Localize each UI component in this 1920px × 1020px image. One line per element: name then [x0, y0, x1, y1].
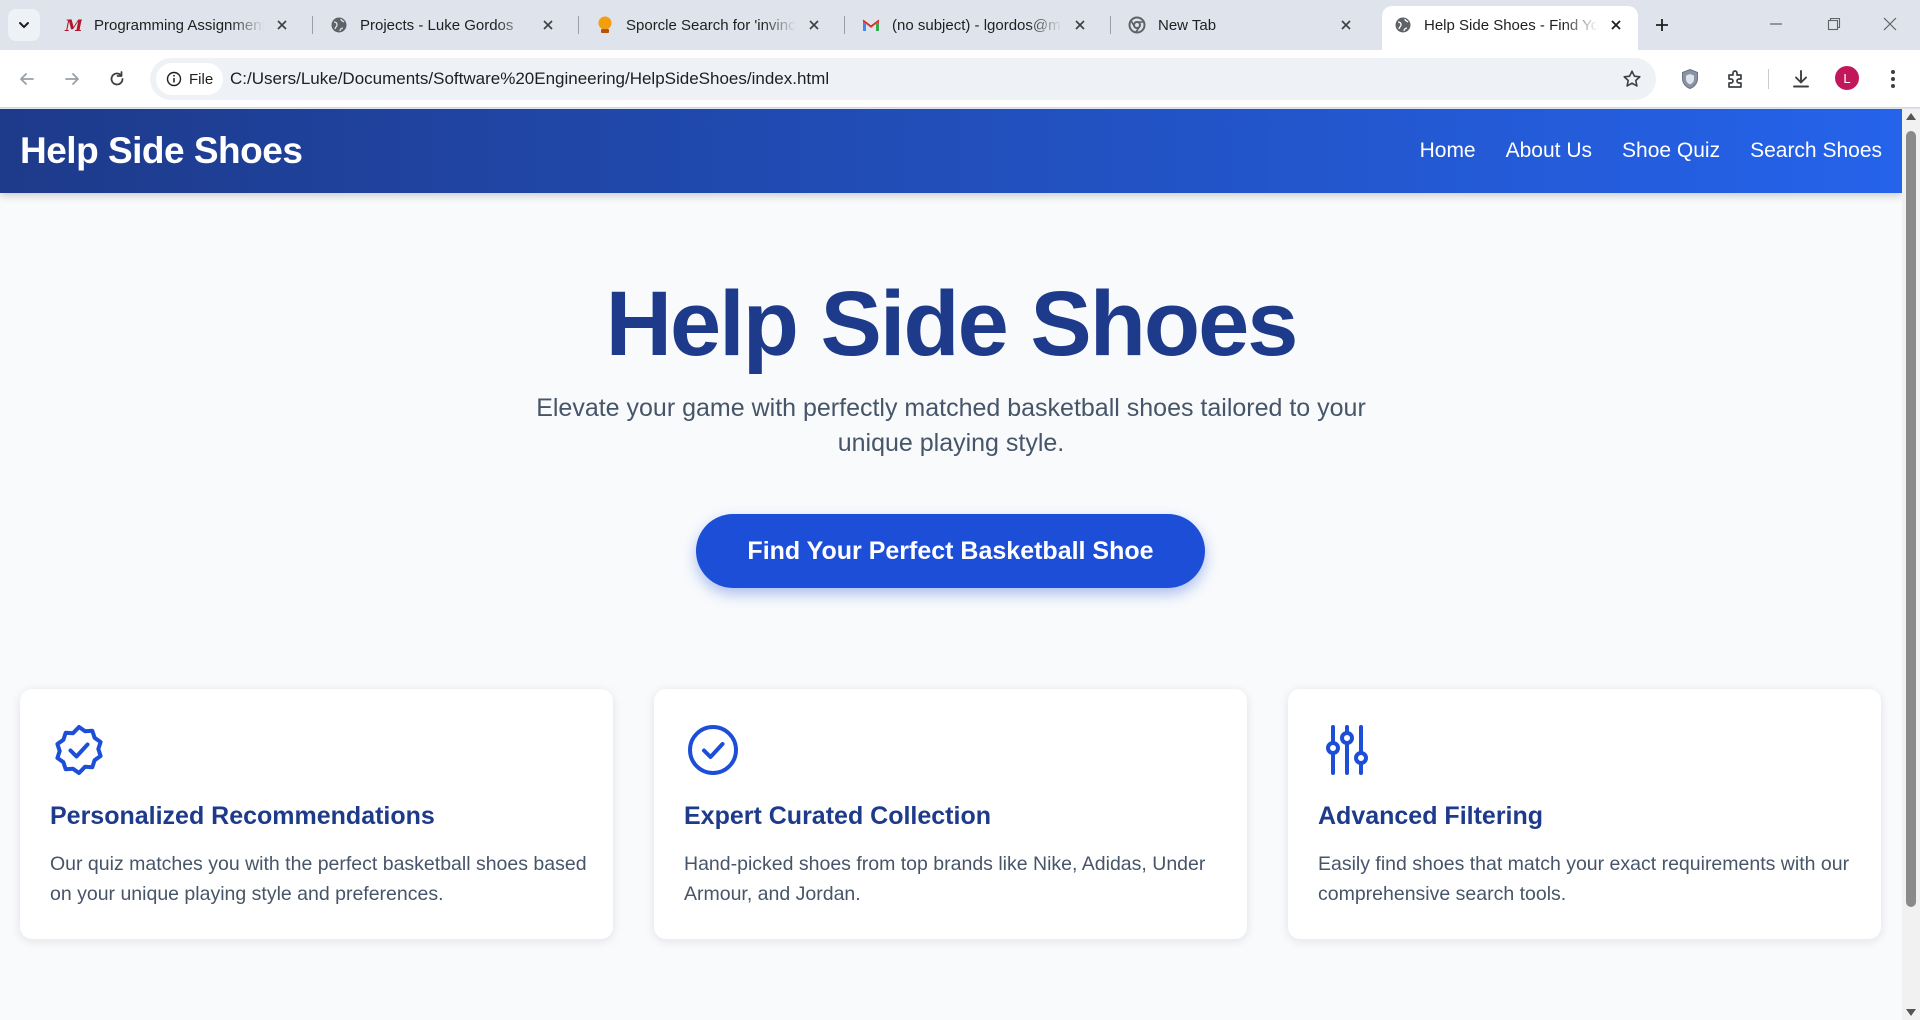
svg-text:M: M — [64, 16, 82, 34]
page-scrollbar[interactable] — [1902, 109, 1920, 1020]
close-icon[interactable] — [804, 15, 824, 35]
tab-divider — [844, 16, 845, 34]
tab-sporcle[interactable]: Sporcle Search for 'invincible' — [584, 6, 836, 44]
restore-button[interactable] — [1806, 0, 1862, 48]
tab-strip: M Programming Assignment Projects - Luke… — [0, 0, 1920, 50]
find-shoe-button[interactable]: Find Your Perfect Basketball Shoe — [696, 514, 1205, 588]
site-header: Help Side Shoes Home About Us Shoe Quiz … — [0, 109, 1902, 193]
address-bar[interactable]: File C:/Users/Luke/Documents/Software%20… — [150, 58, 1656, 100]
hero-subtitle: Elevate your game with perfectly matched… — [536, 394, 1366, 457]
gmail-icon — [862, 16, 880, 34]
hero-title: Help Side Shoes — [605, 273, 1299, 375]
feature-text: Hand-picked shoes from top brands like N… — [684, 853, 1206, 905]
tab-title: Sporcle Search for 'invincible' — [626, 16, 796, 34]
globe-icon — [330, 16, 348, 34]
tab-help-side-shoes[interactable]: Help Side Shoes - Find Your — [1382, 6, 1638, 50]
close-icon[interactable] — [1070, 15, 1090, 35]
nav-link-search-shoes[interactable]: Search Shoes — [1750, 139, 1882, 163]
forward-button[interactable] — [56, 63, 88, 95]
feature-text: Easily find shoes that match your exact … — [1318, 853, 1850, 905]
scroll-up-arrow-icon[interactable] — [1906, 113, 1916, 120]
restore-icon — [1827, 17, 1841, 31]
site-nav: Home About Us Shoe Quiz Search Shoes — [1420, 109, 1882, 193]
tab-divider — [1110, 16, 1111, 34]
menu-kebab-icon[interactable] — [1879, 65, 1907, 93]
close-icon[interactable] — [1606, 15, 1626, 35]
badge-check-icon — [55, 725, 103, 775]
feature-card-curated: Expert Curated Collection Hand-picked sh… — [654, 689, 1247, 939]
close-window-button[interactable] — [1862, 0, 1918, 48]
close-icon — [1883, 17, 1897, 31]
tab-title: Programming Assignment — [94, 16, 264, 34]
tab-title: New Tab — [1158, 16, 1217, 34]
site-brand[interactable]: Help Side Shoes — [20, 109, 303, 193]
tab-divider — [578, 16, 579, 34]
close-icon[interactable] — [1336, 15, 1356, 35]
site-info-label: File — [189, 70, 214, 88]
tab-projects[interactable]: Projects - Luke Gordos — [318, 6, 570, 44]
arrow-left-icon — [20, 73, 34, 85]
new-tab-button[interactable] — [1648, 11, 1676, 39]
feature-text: Our quiz matches you with the perfect ba… — [50, 853, 587, 905]
page-viewport: Help Side Shoes Home About Us Shoe Quiz … — [0, 109, 1902, 1020]
globe-icon — [1394, 16, 1412, 34]
tab-divider — [312, 16, 313, 34]
tab-title: (no subject) - lgordos@mu — [892, 16, 1062, 34]
feature-title: Advanced Filtering — [1318, 802, 1544, 830]
minimize-button[interactable] — [1748, 0, 1804, 48]
url-text[interactable]: C:/Users/Luke/Documents/Software%20Engin… — [230, 58, 829, 100]
info-icon — [166, 71, 182, 87]
nav-link-about-us[interactable]: About Us — [1506, 139, 1592, 163]
bookmark-star-icon[interactable] — [1622, 69, 1642, 89]
browser-toolbar: File C:/Users/Luke/Documents/Software%20… — [0, 50, 1920, 108]
tab-title: Help Side Shoes - Find Your — [1424, 16, 1598, 34]
feature-title: Expert Curated Collection — [684, 802, 991, 830]
nav-link-shoe-quiz[interactable]: Shoe Quiz — [1622, 139, 1720, 163]
sliders-icon — [1326, 725, 1368, 775]
close-icon[interactable] — [272, 15, 292, 35]
reload-icon — [110, 71, 124, 86]
reload-button[interactable] — [101, 63, 133, 95]
extension-shield-icon[interactable] — [1676, 65, 1704, 93]
tab-title: Projects - Luke Gordos — [360, 16, 514, 34]
tab-programming-assignment[interactable]: M Programming Assignment — [52, 6, 304, 44]
scroll-down-arrow-icon[interactable] — [1906, 1009, 1916, 1016]
chevron-down-icon — [19, 22, 29, 28]
close-icon[interactable] — [538, 15, 558, 35]
toolbar-divider — [1768, 69, 1769, 89]
minimize-icon — [1770, 23, 1782, 25]
tab-new-tab[interactable]: New Tab — [1116, 6, 1368, 44]
chrome-icon — [1128, 16, 1146, 34]
tab-gmail[interactable]: (no subject) - lgordos@mu — [850, 6, 1102, 44]
profile-avatar[interactable]: L — [1835, 66, 1859, 90]
tab-search-button[interactable] — [8, 9, 40, 41]
site-info-chip[interactable]: File — [156, 63, 224, 95]
sporcle-icon — [596, 16, 614, 34]
plus-icon — [1656, 19, 1668, 31]
circle-check-icon — [688, 725, 738, 775]
scrollbar-thumb[interactable] — [1906, 131, 1916, 907]
feature-card-filtering: Advanced Filtering Easily find shoes tha… — [1288, 689, 1881, 939]
extensions-puzzle-icon[interactable] — [1722, 65, 1750, 93]
feature-title: Personalized Recommendations — [50, 802, 435, 830]
canvas-m-icon: M — [64, 16, 82, 34]
nav-link-home[interactable]: Home — [1420, 139, 1476, 163]
downloads-icon[interactable] — [1787, 65, 1815, 93]
feature-card-personalized: Personalized Recommendations Our quiz ma… — [20, 689, 613, 939]
arrow-right-icon — [65, 73, 79, 85]
back-button[interactable] — [11, 63, 43, 95]
